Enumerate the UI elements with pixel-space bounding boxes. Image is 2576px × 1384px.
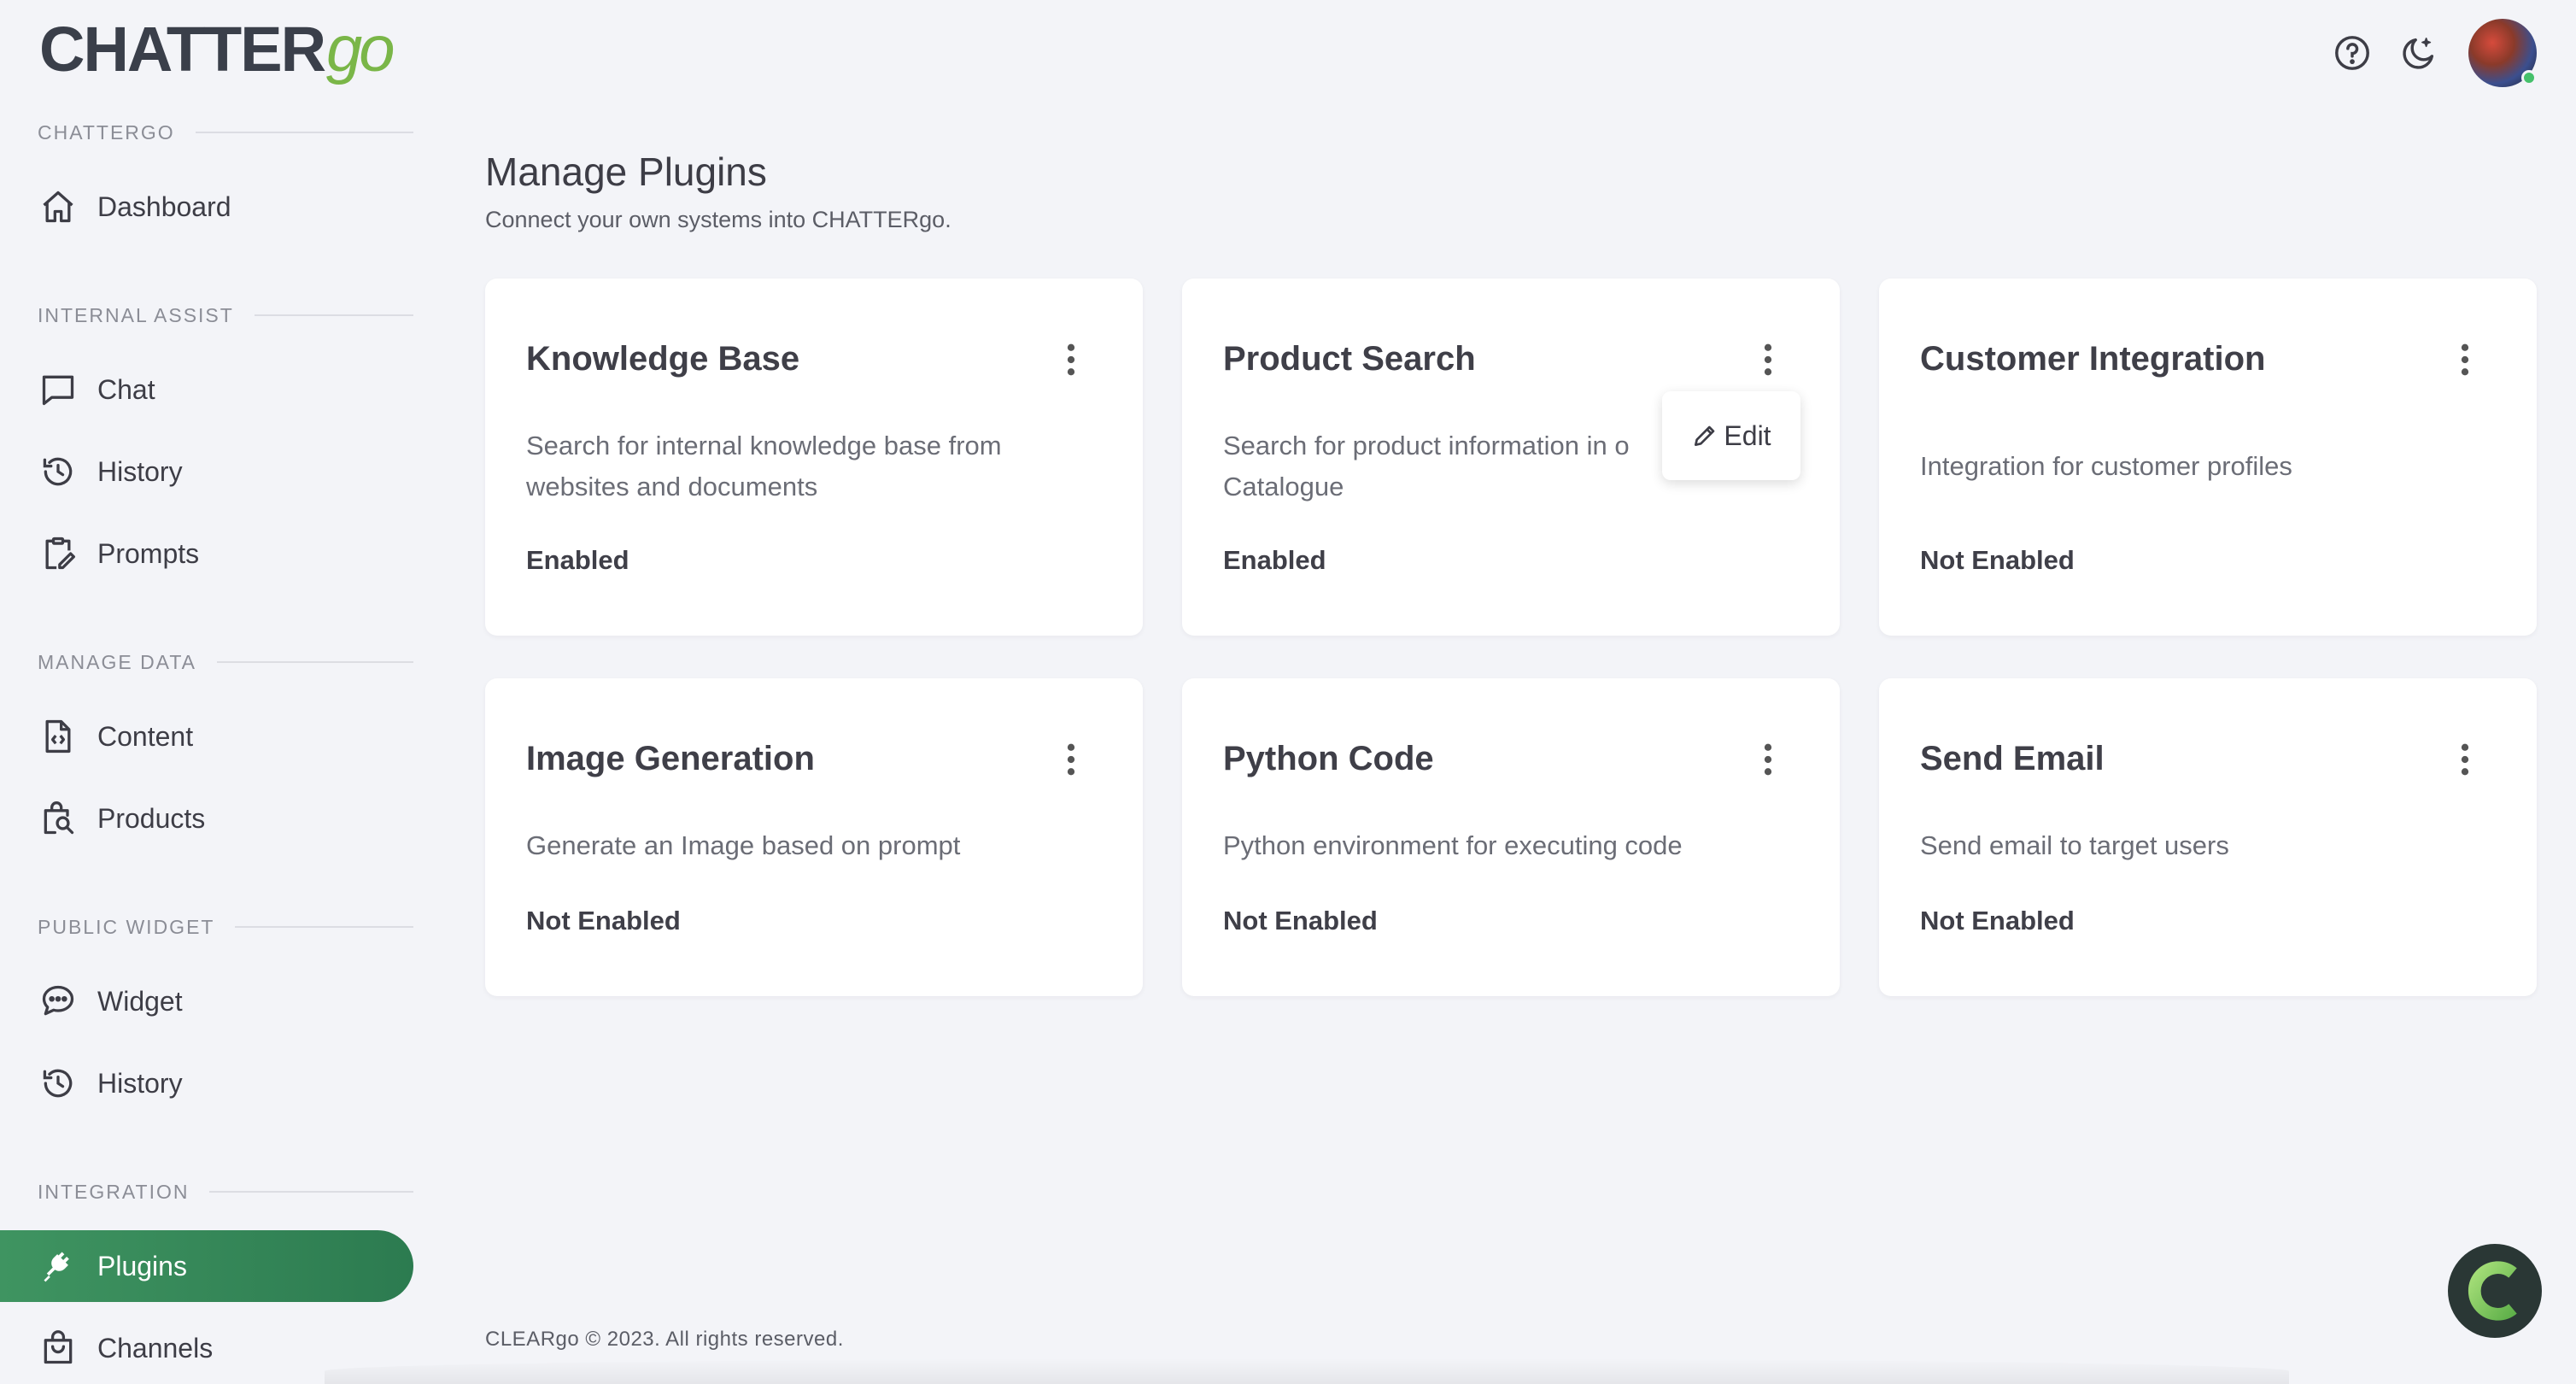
clipboard-edit-icon (39, 535, 77, 572)
bag-search-icon (39, 800, 77, 837)
section-divider (217, 661, 413, 663)
brand-c-icon (2468, 1261, 2517, 1321)
sidebar-section-manage-data: MANAGE DATA (38, 649, 413, 675)
footer-copyright: CLEARgo © 2023. All rights reserved. (485, 1328, 844, 1351)
sidebar-item-label: History (97, 1067, 183, 1099)
plugin-title: Product Search (1223, 340, 1476, 378)
sidebar-section-chattergo: CHATTERGO (38, 120, 413, 145)
sidebar-item-widget[interactable]: Widget (0, 965, 413, 1037)
sidebar-item-label: Dashboard (97, 191, 231, 222)
page-title: Manage Plugins (485, 150, 767, 194)
sidebar-item-content[interactable]: Content (0, 701, 413, 772)
page-subtitle: Connect your own systems into CHATTERgo. (485, 207, 951, 232)
user-avatar[interactable] (2468, 19, 2537, 87)
section-label: MANAGE DATA (38, 650, 196, 673)
plugin-description-line1: Search for product information in o (1223, 431, 1630, 460)
more-options-button[interactable] (1751, 738, 1785, 781)
section-label: INTERNAL ASSIST (38, 303, 234, 326)
more-options-button[interactable] (1751, 338, 1785, 381)
online-status-indicator (2521, 70, 2537, 85)
shopping-bag-icon (39, 1329, 77, 1367)
sidebar-item-label: Products (97, 802, 206, 834)
plugin-description-line2: Catalogue (1223, 472, 1344, 501)
plugin-card-send-email[interactable]: Send Email Send email to target users No… (1879, 678, 2537, 996)
plugin-status: Not Enabled (1223, 906, 1378, 935)
plugin-card-image-generation[interactable]: Image Generation Generate an Image based… (485, 678, 1143, 996)
sidebar-item-label: History (97, 455, 183, 487)
sidebar-item-label: Content (97, 720, 194, 752)
plugin-status: Not Enabled (526, 906, 681, 935)
sidebar-item-label: Chat (97, 373, 155, 405)
more-options-button[interactable] (1054, 738, 1088, 781)
sidebar-section-integration: INTEGRATION (38, 1179, 413, 1205)
more-options-button[interactable] (2448, 738, 2482, 781)
more-options-button[interactable] (2448, 338, 2482, 381)
sidebar-item-products[interactable]: Products (0, 783, 413, 854)
section-divider (195, 132, 413, 133)
sidebar-item-widget-history[interactable]: History (0, 1047, 413, 1119)
chat-icon (39, 371, 77, 408)
plugin-title: Customer Integration (1920, 340, 2266, 378)
plugin-card-knowledge-base[interactable]: Knowledge Base Search for internal knowl… (485, 279, 1143, 636)
sidebar-item-prompts[interactable]: Prompts (0, 518, 413, 589)
sidebar: CHATTER go CHATTERGO Dashboard INTERNAL A… (0, 0, 419, 1384)
sidebar-section-public-widget: PUBLIC WIDGET (38, 914, 413, 940)
file-code-icon (39, 718, 77, 755)
history-icon (39, 1064, 77, 1102)
plugin-description: Send email to target users (1920, 830, 2229, 860)
help-icon[interactable] (2332, 32, 2373, 73)
logo-go-text: go (326, 13, 395, 85)
plugin-description: Python environment for executing code (1223, 830, 1683, 860)
section-label: PUBLIC WIDGET (38, 915, 215, 938)
sidebar-item-label: Prompts (97, 537, 200, 569)
plugin-status: Not Enabled (1920, 545, 2075, 575)
sidebar-item-plugins[interactable]: Plugins (0, 1230, 413, 1302)
plugin-card-python-code[interactable]: Python Code Python environment for execu… (1182, 678, 1840, 996)
sidebar-item-chat[interactable]: Chat (0, 354, 413, 425)
plugin-title: Image Generation (526, 740, 815, 777)
plugin-title: Knowledge Base (526, 340, 800, 378)
sidebar-item-dashboard[interactable]: Dashboard (0, 171, 413, 243)
plugin-description: Integration for customer profiles (1920, 451, 2292, 481)
pencil-icon (1695, 425, 1715, 446)
section-divider (209, 1191, 413, 1193)
plugin-title: Send Email (1920, 740, 2105, 777)
plugin-card-customer-integration[interactable]: Customer Integration Integration for cus… (1879, 279, 2537, 636)
sidebar-item-label: Channels (97, 1332, 214, 1363)
edit-menu-item[interactable]: Edit (1662, 391, 1800, 480)
sidebar-item-history[interactable]: History (0, 436, 413, 507)
section-divider (235, 926, 413, 928)
plugin-description: Generate an Image based on prompt (526, 830, 961, 860)
section-label: INTEGRATION (38, 1180, 190, 1203)
edit-label: Edit (1724, 419, 1771, 451)
more-options-button[interactable] (1054, 338, 1088, 381)
message-dots-icon (39, 982, 77, 1020)
section-label: CHATTERGO (38, 120, 175, 144)
sidebar-item-label: Plugins (97, 1250, 187, 1281)
chat-launcher-button[interactable] (2448, 1244, 2542, 1338)
plugin-status: Not Enabled (1920, 906, 2075, 935)
plug-icon (39, 1247, 77, 1285)
plugin-status: Enabled (1223, 545, 1326, 575)
sidebar-item-label: Widget (97, 985, 183, 1017)
bottom-shadow (325, 1358, 2289, 1384)
sidebar-section-internal-assist: INTERNAL ASSIST (38, 302, 413, 328)
app-root: CHATTER go CHATTERGO Dashboard INTERNAL A… (0, 0, 2576, 1384)
plugin-description: Search for internal knowledge base from … (526, 431, 1002, 501)
section-divider (254, 314, 413, 316)
plugin-status: Enabled (526, 545, 629, 575)
dark-mode-icon[interactable] (2398, 32, 2439, 73)
plugin-title: Python Code (1223, 740, 1434, 777)
logo-main-text: CHATTER (39, 14, 326, 85)
home-icon (39, 188, 77, 226)
brand-logo[interactable]: CHATTER go (39, 12, 395, 89)
history-icon (39, 453, 77, 490)
